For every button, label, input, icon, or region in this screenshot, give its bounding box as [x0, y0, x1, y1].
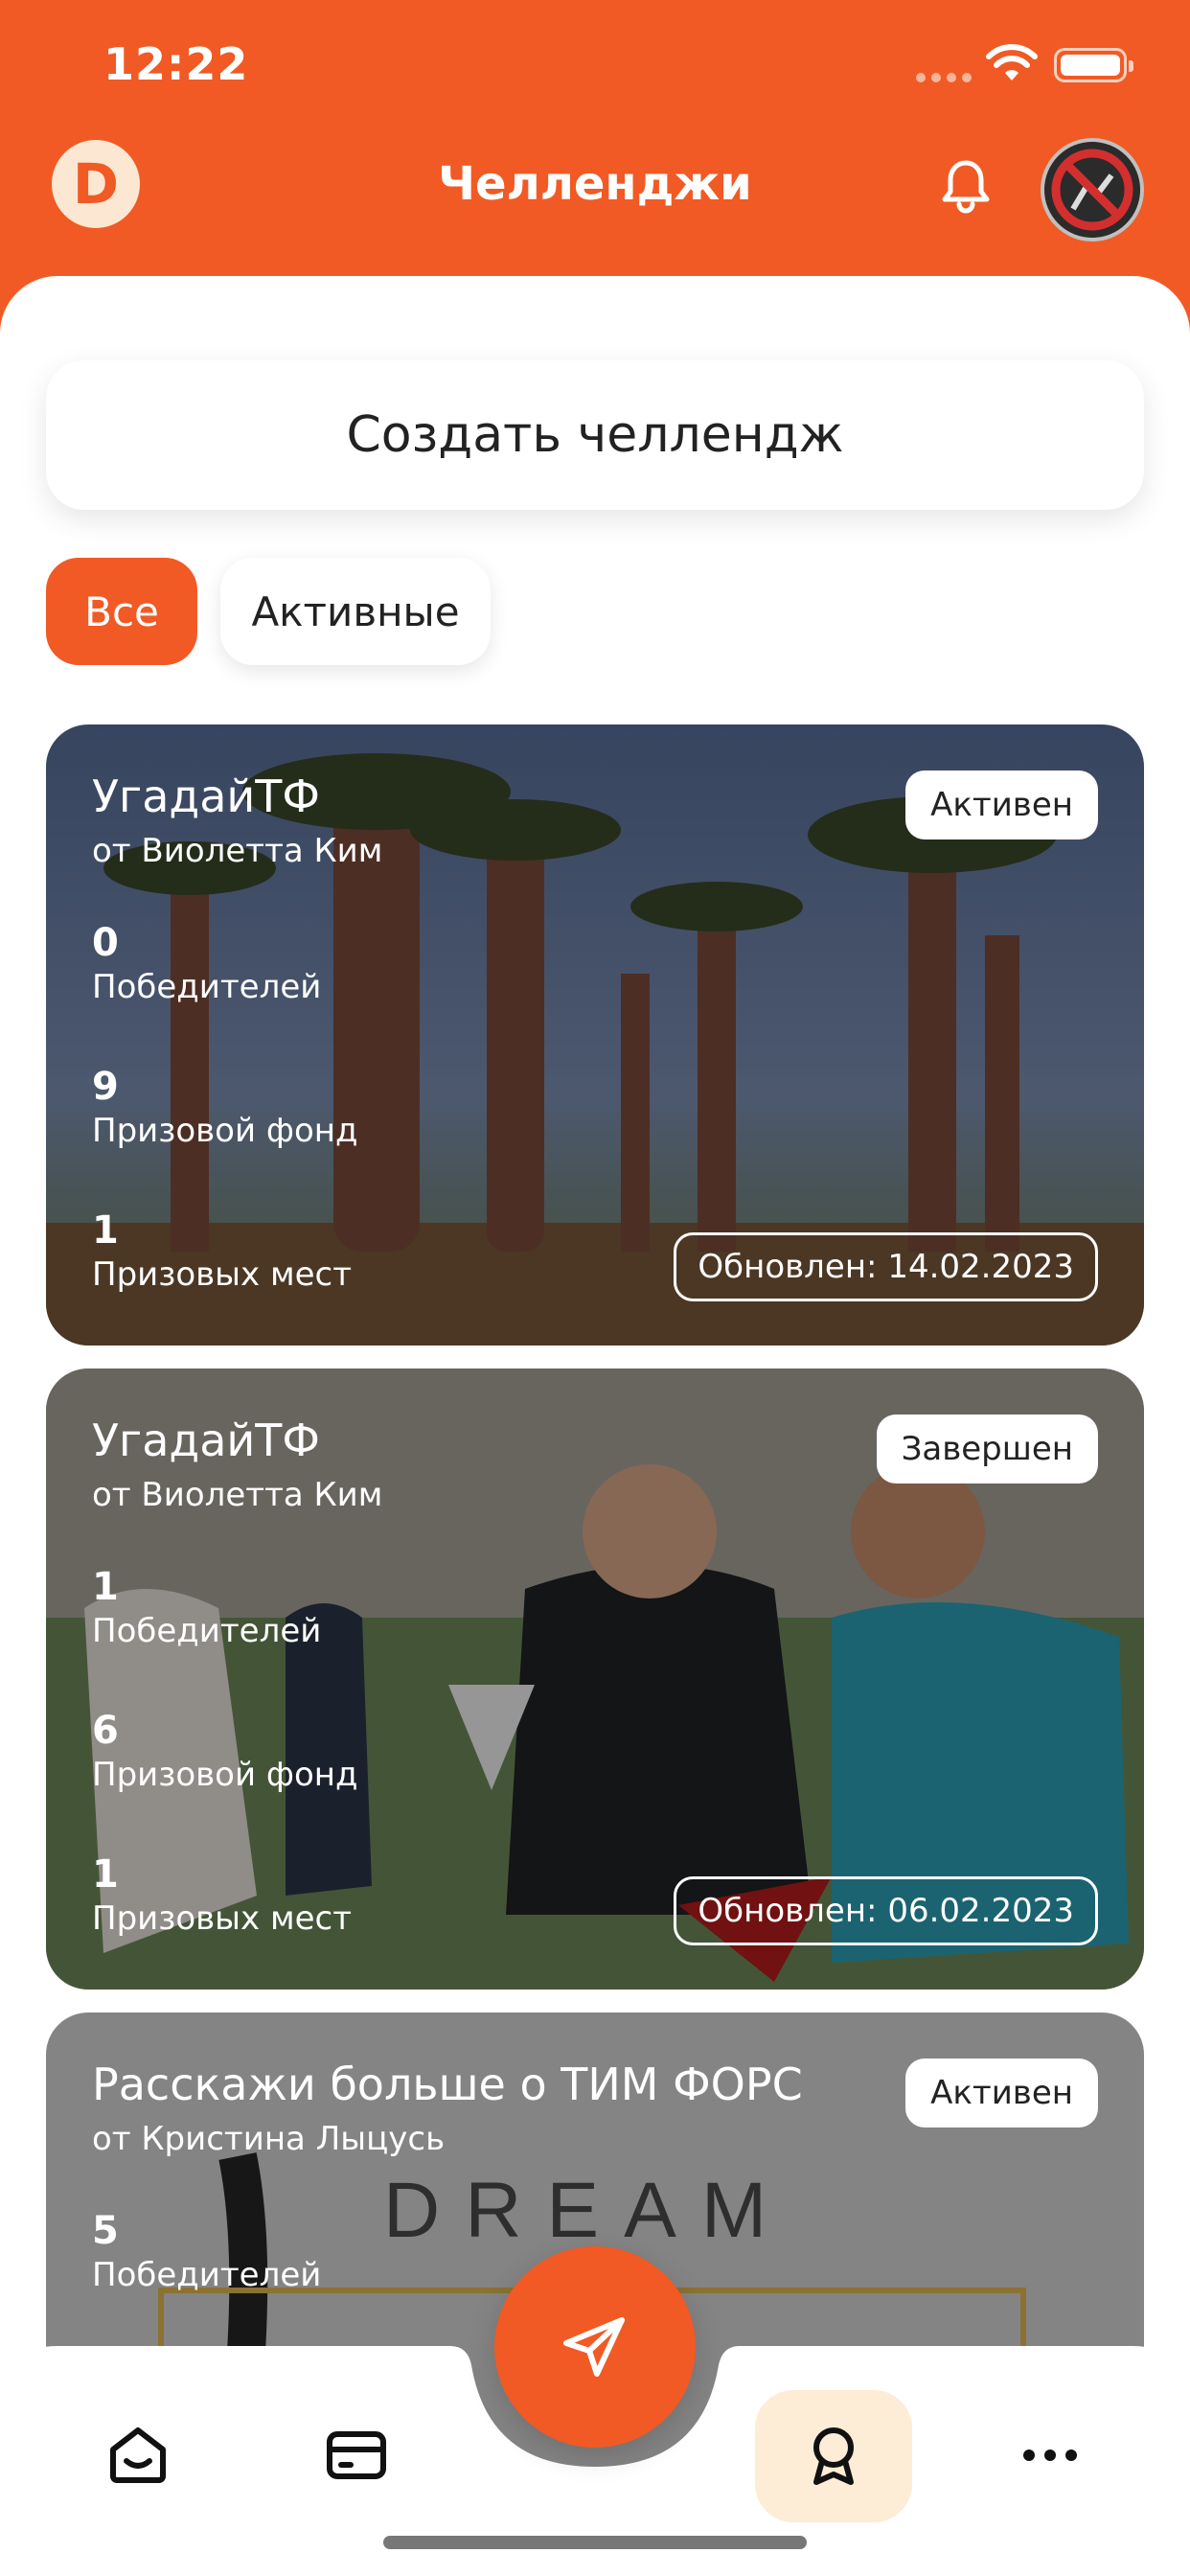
prize-label: Призовой фонд: [92, 1112, 358, 1150]
home-icon[interactable]: [103, 2421, 172, 2490]
winners-label: Победителей: [92, 2256, 322, 2294]
updated-date: Обновлен: 14.02.2023: [674, 1232, 1098, 1301]
home-indicator: [383, 2536, 807, 2549]
create-challenge-button[interactable]: Создать челлендж: [46, 360, 1144, 510]
places-value: 1: [92, 1208, 119, 1253]
battery-icon: [1054, 48, 1133, 82]
prize-fund-stat: 6 Призовой фонд: [92, 1710, 357, 1794]
winners-stat: 1 Победителей: [92, 1566, 321, 1650]
card-author: от Виолетта Ким: [92, 1476, 383, 1514]
winners-value: 5: [92, 2209, 119, 2253]
winners-value: 1: [92, 1565, 119, 1609]
filter-active-button[interactable]: Активные: [220, 558, 491, 665]
avatar[interactable]: [1041, 138, 1144, 242]
card-icon[interactable]: [322, 2421, 391, 2490]
challenge-card[interactable]: УгадайТФ от Виолетта Ким Завершен 1 Побе…: [46, 1368, 1144, 1990]
places-value: 1: [92, 1852, 119, 1897]
card-title: Расскажи больше о ТИМ ФОРС: [92, 2058, 803, 2110]
prize-places-stat: 1 Призовых мест: [92, 1209, 352, 1294]
places-label: Призовых мест: [92, 1899, 353, 1938]
winners-label: Победителей: [92, 968, 322, 1006]
card-title: УгадайТФ: [92, 1414, 320, 1466]
wifi-icon: [986, 44, 1038, 80]
winners-label: Победителей: [92, 1612, 322, 1650]
prize-value: 9: [92, 1065, 119, 1109]
prize-value: 6: [92, 1709, 119, 1753]
card-image-text: DREAM: [383, 2167, 792, 2254]
status-badge: Завершен: [876, 1414, 1098, 1484]
card-title: УгадайТФ: [92, 770, 320, 822]
filter-all-button[interactable]: Все: [46, 558, 197, 665]
places-label: Призовых мест: [92, 1255, 353, 1294]
status-bar: 12:22: [0, 0, 1190, 134]
winners-stat: 0 Победителей: [92, 922, 321, 1006]
award-icon[interactable]: [799, 2421, 868, 2490]
no-symbol-icon: [1044, 142, 1140, 238]
prize-fund-stat: 9 Призовой фонд: [92, 1066, 357, 1150]
prize-places-stat: 1 Призовых мест: [92, 1853, 352, 1938]
signal-icon: [916, 73, 972, 82]
header: D Челленджи: [0, 134, 1190, 278]
card-author: от Виолетта Ким: [92, 832, 383, 870]
status-time: 12:22: [103, 38, 249, 90]
page-title: Челленджи: [438, 157, 752, 211]
bell-icon[interactable]: [935, 155, 996, 217]
winners-value: 0: [92, 921, 119, 965]
challenge-card[interactable]: УгадайТФ от Виолетта Ким Активен 0 Побед…: [46, 724, 1144, 1346]
send-fab-button[interactable]: [494, 2246, 696, 2448]
prize-label: Призовой фонд: [92, 1756, 358, 1794]
card-author: от Кристина Лыцусь: [92, 2120, 446, 2158]
send-icon: [563, 2317, 625, 2377]
updated-date: Обновлен: 06.02.2023: [674, 1876, 1098, 1945]
status-badge: Активен: [905, 770, 1098, 840]
status-badge: Активен: [905, 2058, 1098, 2128]
winners-stat: 5 Победителей: [92, 2210, 321, 2294]
more-icon[interactable]: [1016, 2421, 1085, 2490]
